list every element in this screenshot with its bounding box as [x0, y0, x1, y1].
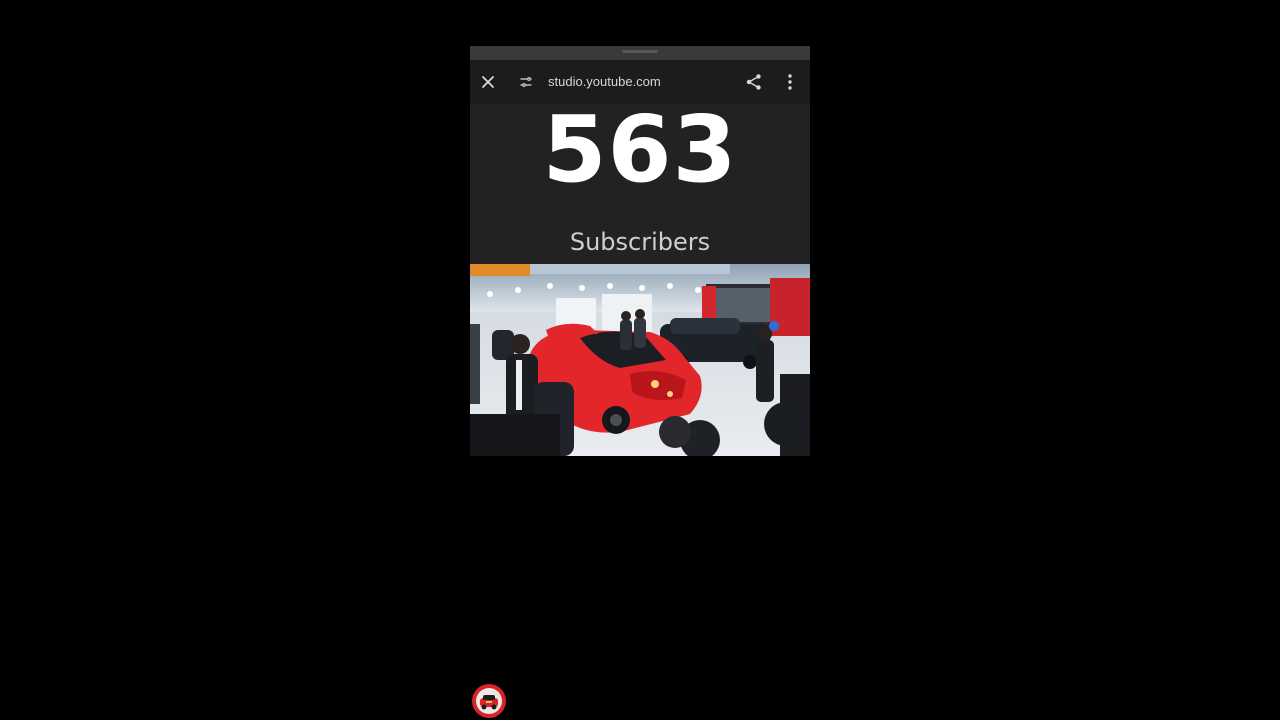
- close-icon: [482, 76, 494, 88]
- subscriber-count: 563: [542, 96, 738, 203]
- phone-screen: studio.youtube.com 563 Subscribers: [470, 46, 810, 456]
- subscriber-count-card: 563 Subscribers: [470, 104, 810, 264]
- url-text[interactable]: studio.youtube.com: [548, 74, 661, 90]
- more-options-button[interactable]: [776, 68, 804, 96]
- close-button[interactable]: [474, 68, 502, 96]
- subscriber-label: Subscribers: [569, 228, 711, 256]
- drag-handle[interactable]: [622, 50, 658, 53]
- status-strip: [470, 46, 810, 60]
- more-vert-icon: [788, 74, 792, 90]
- channel-avatar-icon[interactable]: [471, 683, 507, 719]
- share-icon: [746, 74, 761, 90]
- car-showroom-photo: [470, 264, 810, 456]
- share-button[interactable]: [740, 68, 768, 96]
- tune-icon: [520, 76, 532, 88]
- site-info-button[interactable]: [518, 74, 534, 90]
